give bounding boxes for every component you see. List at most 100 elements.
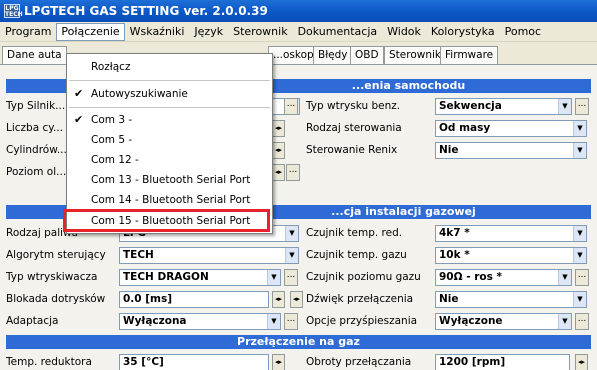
acceleration-options-more-button[interactable]: ... [575, 313, 589, 330]
menu-program[interactable]: Program [0, 23, 56, 41]
adaptation-more-button[interactable]: ... [284, 313, 298, 330]
tab-bledy[interactable]: Błędy [313, 46, 353, 64]
injection-block-field[interactable]: 0.0 [ms] [119, 291, 269, 308]
switch-sound-value: Nie [439, 293, 459, 305]
reducer-temp-stepper[interactable]: ◂▸ [272, 354, 285, 370]
title-bar: LPG TECH LPGTECH GAS SETTING ver. 2.0.0.… [0, 0, 597, 22]
injection-type-value: Sekwencja [439, 100, 502, 112]
injection-type-select[interactable]: Sekwencja ▼ [435, 98, 572, 115]
menu-item-com14[interactable]: Com 14 - Bluetooth Serial Port [67, 190, 272, 210]
chevron-down-icon: ▼ [267, 270, 280, 285]
tab-firmware[interactable]: Firmware [440, 46, 499, 64]
menu-item-com3[interactable]: ✔ Com 3 - [67, 110, 272, 130]
reducer-temp-value: 35 [°C] [123, 356, 164, 368]
adaptation-value: Wyłączona [123, 315, 187, 327]
label-adaptation: Adaptacja [6, 315, 59, 327]
tab-oscyloskop[interactable]: ...oskop [268, 46, 319, 64]
chevron-down-icon: ▼ [285, 226, 298, 241]
label-control-type: Rodzaj sterowania [306, 122, 402, 134]
switch-sound-select[interactable]: Nie ▼ [435, 291, 587, 308]
fuel-level-stepper[interactable]: ◂▸ [272, 164, 285, 181]
menu-dokumentacja[interactable]: Dokumentacja [293, 23, 383, 41]
injector-type-select[interactable]: TECH DRAGON ▼ [119, 269, 281, 286]
label-injection-block: Blokada dotrysków [6, 293, 106, 305]
window-title: LPGTECH GAS SETTING ver. 2.0.0.39 [24, 4, 268, 18]
label-gas-level-sensor: Czujnik poziomu gazu [306, 271, 421, 283]
switch-sound-stepper[interactable]: ◂▸ [290, 291, 303, 308]
adaptation-select[interactable]: Wyłączona ▼ [119, 313, 281, 330]
checkmark-icon: ✔ [74, 113, 84, 126]
control-type-value: Od masy [439, 122, 491, 134]
label-cylinder-count: Liczba cy... [6, 122, 63, 134]
acceleration-options-value: Wyłączone [439, 315, 503, 327]
tab-dane-auta[interactable]: Dane auta [2, 46, 67, 64]
tab-obd[interactable]: OBD [350, 46, 384, 64]
chevron-down-icon: ▼ [285, 248, 298, 263]
injection-block-stepper[interactable]: ◂▸ [272, 291, 285, 308]
label-gas-temp-sensor: Czujnik temp. gazu [306, 249, 407, 261]
tab-sterownik[interactable]: Sterownik [384, 46, 446, 64]
checkmark-icon: ✔ [74, 87, 84, 100]
menu-item-label: Com 3 - [91, 114, 133, 126]
engine-type-more-button[interactable]: ... [284, 98, 298, 115]
acceleration-options-select[interactable]: Wyłączone ▼ [435, 313, 572, 330]
chevron-down-icon: ▼ [558, 270, 571, 285]
gas-level-sensor-select[interactable]: 90Ω - ros * ▼ [435, 269, 572, 286]
gas-level-sensor-more-button[interactable]: ... [575, 269, 589, 286]
gas-temp-sensor-select[interactable]: 10k * ▼ [435, 247, 587, 264]
reducer-temp-field[interactable]: 35 [°C] [119, 354, 269, 370]
chevron-down-icon: ▼ [558, 314, 571, 329]
menu-kolorystyka[interactable]: Kolorystyka [426, 23, 500, 41]
menu-item-label: Com 14 - Bluetooth Serial Port [91, 194, 251, 206]
gas-temp-sensor-value: 10k * [439, 249, 470, 261]
menu-pomoc[interactable]: Pomoc [500, 23, 546, 41]
chevron-down-icon: ▼ [267, 314, 280, 329]
chevron-down-icon: ▼ [573, 292, 586, 307]
menu-item-label: Com 13 - Bluetooth Serial Port [91, 174, 251, 186]
reducer-temp-sensor-select[interactable]: 4k7 * ▼ [435, 225, 587, 242]
menu-item-com13[interactable]: Com 13 - Bluetooth Serial Port [67, 170, 272, 190]
menu-item-com5[interactable]: Com 5 - [67, 130, 272, 150]
label-switch-rpm: Obroty przełączania [306, 356, 412, 368]
menu-sterownik[interactable]: Sterownik [228, 23, 292, 41]
gas-level-sensor-value: 90Ω - ros * [439, 271, 502, 283]
switch-rpm-stepper[interactable]: ◂▸ [575, 354, 588, 370]
label-fuel-level: Poziom ol... [6, 166, 67, 178]
label-renix-control: Sterowanie Renix [306, 144, 398, 156]
menu-bar: Program Połączenie Wskaźniki Język Stero… [0, 22, 597, 42]
injector-type-more-button[interactable]: ... [284, 269, 298, 286]
chevron-down-icon: ▼ [573, 226, 586, 241]
menu-item-label: Rozłącz [91, 61, 131, 73]
switch-rpm-field[interactable]: 1200 [rpm] [435, 354, 570, 370]
menu-separator [69, 80, 270, 81]
label-control-algorithm: Algorytm sterujący [6, 249, 106, 261]
cylinders-stepper[interactable]: ◂▸ [272, 142, 285, 159]
label-reducer-temp: Temp. reduktora [6, 356, 92, 368]
chevron-down-icon: ▼ [573, 121, 586, 136]
menu-wskazniki[interactable]: Wskaźniki [125, 23, 190, 41]
menu-jezyk[interactable]: Język [189, 23, 228, 41]
injection-type-more-button[interactable]: ... [575, 98, 589, 115]
app-logo-icon: LPG TECH [4, 4, 23, 18]
injector-type-value: TECH DRAGON [123, 271, 209, 283]
control-type-select[interactable]: Od masy ▼ [435, 120, 587, 137]
chevron-down-icon: ▼ [573, 143, 586, 158]
menu-item-autosearch[interactable]: ✔ Autowyszukiwanie [67, 84, 272, 104]
menu-widok[interactable]: Widok [382, 23, 426, 41]
control-algorithm-select[interactable]: TECH ▼ [119, 247, 299, 264]
switch-rpm-value: 1200 [rpm] [439, 356, 506, 368]
menu-item-label: Autowyszukiwanie [91, 88, 188, 100]
menu-item-disconnect[interactable]: Rozłącz [67, 57, 272, 77]
reducer-temp-sensor-value: 4k7 * [439, 227, 470, 239]
cylinder-count-stepper[interactable]: ◂▸ [272, 120, 285, 137]
renix-control-select[interactable]: Nie ▼ [435, 142, 587, 159]
menu-item-com12[interactable]: Com 12 - [67, 150, 272, 170]
label-switch-sound: Dźwięk przełączenia [306, 293, 414, 305]
menu-polaczenie[interactable]: Połączenie [56, 22, 125, 41]
label-acceleration-options: Opcje przyśpieszania [306, 315, 418, 327]
section-title: ...enia samochodu [351, 79, 466, 92]
fuel-level-more-button[interactable]: ... [286, 164, 300, 181]
label-engine-type: Typ Silnik... [6, 100, 66, 112]
menu-item-label: Com 12 - [91, 154, 139, 166]
connection-dropdown-menu: Rozłącz ✔ Autowyszukiwanie ✔ Com 3 - Com… [66, 53, 273, 234]
